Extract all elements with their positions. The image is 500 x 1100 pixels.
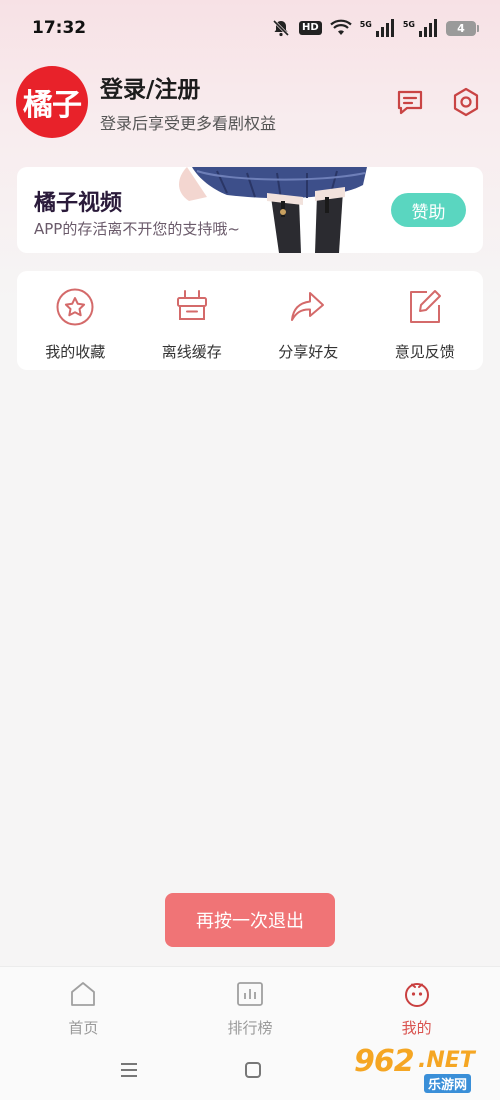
nav-item-ranking[interactable]: 排行榜	[167, 967, 334, 1046]
settings-icon	[453, 87, 479, 117]
watermark-sub: 乐游网	[424, 1074, 472, 1093]
bottom-nav: 首页 排行榜 我的	[0, 966, 500, 1046]
nav-label: 首页	[68, 1019, 99, 1037]
mute-bell-icon	[272, 19, 290, 37]
home-icon	[71, 982, 96, 1006]
share-arrow-icon	[291, 292, 325, 321]
shortcut-share[interactable]: 分享好友	[250, 271, 367, 370]
hd-badge: HD	[299, 21, 322, 35]
sponsor-button[interactable]: 赞助	[391, 193, 466, 227]
signal-1-label: 5G	[359, 20, 372, 29]
home-square-icon[interactable]	[243, 1060, 263, 1080]
signal-2-icon	[419, 19, 437, 37]
sponsor-subtitle: APP的存活离不开您的支持哦~	[34, 220, 240, 238]
star-icon	[56, 288, 94, 326]
nav-label: 我的	[401, 1019, 432, 1037]
watermark-number: 962	[354, 1044, 415, 1079]
signal-1-icon	[375, 19, 394, 37]
cache-box-icon	[176, 290, 207, 320]
chart-icon	[237, 982, 263, 1006]
login-area[interactable]: 登录/注册 登录后享受更多看剧权益	[100, 70, 276, 134]
wifi-icon	[329, 19, 352, 35]
status-time: 17:32	[32, 18, 87, 38]
exit-toast: 再按一次退出	[165, 893, 335, 947]
menu-icon[interactable]	[119, 1060, 139, 1080]
header-actions	[394, 86, 486, 118]
battery-icon: 4	[446, 20, 479, 36]
settings-button[interactable]	[450, 86, 482, 118]
avatar[interactable]: 橘子	[16, 66, 88, 138]
anime-girl-illustration	[179, 167, 367, 253]
message-icon	[397, 90, 423, 115]
watermark-suffix: .NET	[418, 1048, 475, 1073]
shortcut-label: 分享好友	[278, 343, 339, 361]
shortcut-label: 意见反馈	[394, 343, 455, 361]
signal-2-label: 5G	[402, 20, 415, 29]
message-button[interactable]	[394, 86, 426, 118]
shortcut-offline-cache[interactable]: 离线缓存	[134, 271, 251, 370]
mine-face-icon	[404, 983, 429, 1007]
nav-item-home[interactable]: 首页	[0, 967, 167, 1046]
shortcut-feedback[interactable]: 意见反馈	[367, 271, 484, 370]
status-bar: 17:32 HD 5G 5G 4	[0, 0, 500, 56]
shortcut-label: 我的收藏	[45, 343, 106, 361]
sponsor-title: 橘子视频	[34, 191, 123, 216]
nav-item-mine[interactable]: 我的	[333, 967, 500, 1046]
edit-icon	[409, 290, 441, 323]
shortcuts-panel: 我的收藏 离线缓存 分享好友 意见反馈	[17, 271, 483, 370]
site-watermark: 962 .NET 乐游网	[354, 1044, 494, 1094]
login-register-title[interactable]: 登录/注册	[100, 70, 276, 104]
nav-label: 排行榜	[227, 1019, 273, 1037]
shortcut-favorites[interactable]: 我的收藏	[17, 271, 134, 370]
status-icons: HD 5G 5G 4	[271, 18, 479, 38]
login-subtitle: 登录后享受更多看剧权益	[100, 114, 277, 133]
sponsor-card[interactable]: 橘子视频 APP的存活离不开您的支持哦~ 赞助	[17, 167, 483, 253]
profile-header: 橘子 登录/注册 登录后享受更多看剧权益	[16, 66, 486, 138]
shortcut-label: 离线缓存	[161, 343, 222, 361]
